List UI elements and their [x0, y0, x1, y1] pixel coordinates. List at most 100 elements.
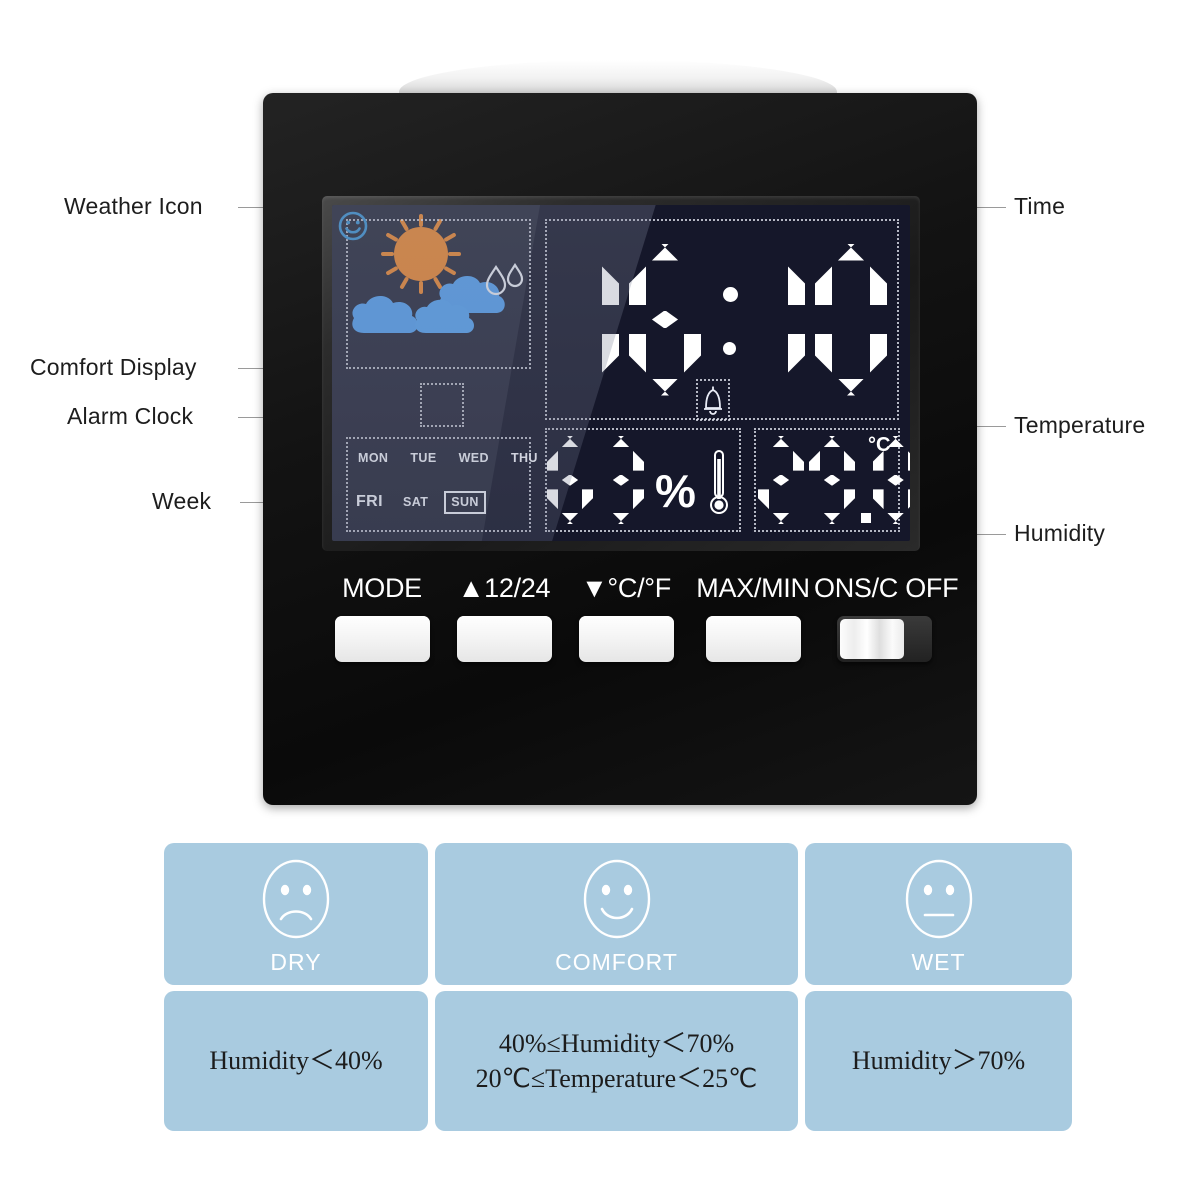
- seven-segment-digit: [758, 436, 804, 524]
- segment-d: [562, 513, 578, 524]
- seven-segment-digit: [629, 244, 701, 396]
- segment-b: [870, 266, 887, 306]
- time-hours: [547, 244, 711, 396]
- segment-d: [838, 379, 864, 396]
- callout-humidity: Humidity: [1014, 520, 1105, 547]
- seven-segment-digit: [733, 244, 805, 396]
- comfort-table-text-wet-line1: Humidity＞70%: [851, 1046, 1026, 1076]
- week-day-sat: SAT: [402, 495, 429, 510]
- max-min-button[interactable]: [705, 616, 801, 662]
- segment-f: [547, 266, 564, 305]
- comfort-table-header-comfort: COMFORT: [435, 843, 798, 985]
- button-row: MODE ▲12/24 ▼°C/°F MAX/MIN ONS/C OFF: [322, 573, 959, 687]
- segment-g: [887, 475, 903, 486]
- on-off-slider-switch[interactable]: [836, 616, 932, 662]
- button-label-on-off: ONS/C OFF: [814, 573, 959, 603]
- comfort-table-title-dry: DRY: [270, 949, 322, 975]
- week-day-tue: TUE: [410, 451, 437, 465]
- segment-f: [758, 451, 769, 471]
- comfort-table-body-wet: Humidity＞70%: [805, 991, 1072, 1131]
- callout-comfort-display-label: Comfort Display: [30, 354, 197, 380]
- cloud-icon-lower-right: [415, 299, 475, 333]
- button-cell-c-f: ▼°C/°F: [566, 575, 686, 662]
- segment-b: [793, 450, 804, 471]
- humidity-percent-unit: %: [655, 465, 696, 517]
- twelve-twentyfour-button[interactable]: [456, 616, 552, 662]
- week-day-mon: MON: [358, 451, 389, 465]
- button-label-mode: MODE: [342, 573, 422, 603]
- weather-station-device: MON TUE WED THU FRI SAT SUN % °C MODE ▲1…: [263, 60, 977, 808]
- segment-f: [598, 451, 609, 471]
- segment-c: [908, 489, 910, 509]
- segment-a: [613, 436, 629, 447]
- week-day-fri: FRI: [356, 493, 383, 511]
- segment-c: [870, 334, 887, 373]
- segment-g: [824, 475, 840, 486]
- callout-time: Time: [1014, 193, 1065, 220]
- seven-segment-digit: [547, 436, 593, 524]
- time-colon-separator: [711, 245, 738, 395]
- segment-f: [547, 450, 558, 471]
- seven-segment-digit: [815, 244, 887, 396]
- callout-weather-icon: Weather Icon: [64, 193, 203, 220]
- segment-c: [582, 489, 593, 509]
- smiley-face-icon: [338, 211, 368, 241]
- segment-g: [562, 475, 578, 486]
- comfort-table-text-comfort-line1: 40%≤Humidity＜70%: [498, 1028, 735, 1058]
- temperature-display: °C: [756, 430, 910, 530]
- comfort-table-body-dry: Humidity＜40%: [164, 991, 428, 1131]
- segment-c: [844, 489, 855, 509]
- sad-face-icon: [262, 859, 330, 939]
- segment-d: [773, 513, 789, 524]
- comfort-table-title-wet: WET: [911, 949, 966, 975]
- mode-button[interactable]: [334, 616, 430, 662]
- neutral-face-icon: [905, 859, 972, 939]
- button-cell-mode: MODE: [322, 575, 442, 662]
- week-day-wed: WED: [458, 451, 489, 465]
- comfort-table-text-comfort-line2: 20℃≤Temperature＜25℃: [475, 1064, 758, 1093]
- segment-b: [602, 266, 619, 306]
- segment-b: [844, 450, 855, 471]
- segment-b: [788, 266, 805, 306]
- callout-alarm-clock-label: Alarm Clock: [67, 403, 194, 429]
- decimal-point: [861, 513, 871, 523]
- segment-d: [570, 379, 596, 396]
- slider-knob[interactable]: [839, 619, 904, 659]
- callout-temperature: Temperature: [1014, 412, 1145, 439]
- segment-e: [873, 489, 884, 509]
- callout-humidity-label: Humidity: [1014, 520, 1106, 546]
- temperature-unit: °C: [868, 434, 891, 456]
- segment-a: [570, 244, 596, 261]
- week-day-sun-selected: SUN: [444, 491, 486, 514]
- callout-week-label: Week: [152, 488, 212, 514]
- seven-segment-digit: [598, 436, 644, 524]
- button-label-12-24: ▲12/24: [457, 573, 551, 603]
- time-minutes: [733, 244, 897, 396]
- segment-b: [582, 451, 593, 471]
- celsius-fahrenheit-button[interactable]: [578, 616, 674, 662]
- alarm-bell-icon: [704, 386, 722, 415]
- segment-a: [824, 436, 840, 447]
- segment-f: [809, 450, 820, 471]
- water-drop-icon: [485, 263, 524, 296]
- segment-e: [547, 334, 564, 373]
- callout-week: Week: [152, 488, 211, 515]
- comfort-level-table: DRY Humidity＜40% COMFORT 40%≤Humidity＜70…: [164, 843, 1072, 1131]
- segment-b: [633, 450, 644, 471]
- segment-g: [756, 311, 782, 328]
- button-label-c-f: ▼°C/°F: [580, 573, 671, 603]
- segment-c: [633, 489, 644, 509]
- segment-d: [613, 513, 629, 524]
- segment-c: [788, 334, 805, 373]
- callout-comfort-display: Comfort Display: [30, 354, 197, 381]
- button-cell-on-off: ONS/C OFF: [814, 573, 959, 662]
- segment-d: [887, 513, 903, 524]
- seven-segment-digit: [809, 436, 855, 524]
- segment-c: [602, 334, 619, 373]
- segment-b: [907, 450, 910, 471]
- callout-weather-icon-label: Weather Icon: [64, 193, 203, 219]
- button-cell-max-min: MAX/MIN: [688, 575, 818, 662]
- segment-g: [773, 475, 789, 486]
- segment-a: [562, 436, 578, 447]
- segment-g: [838, 311, 864, 328]
